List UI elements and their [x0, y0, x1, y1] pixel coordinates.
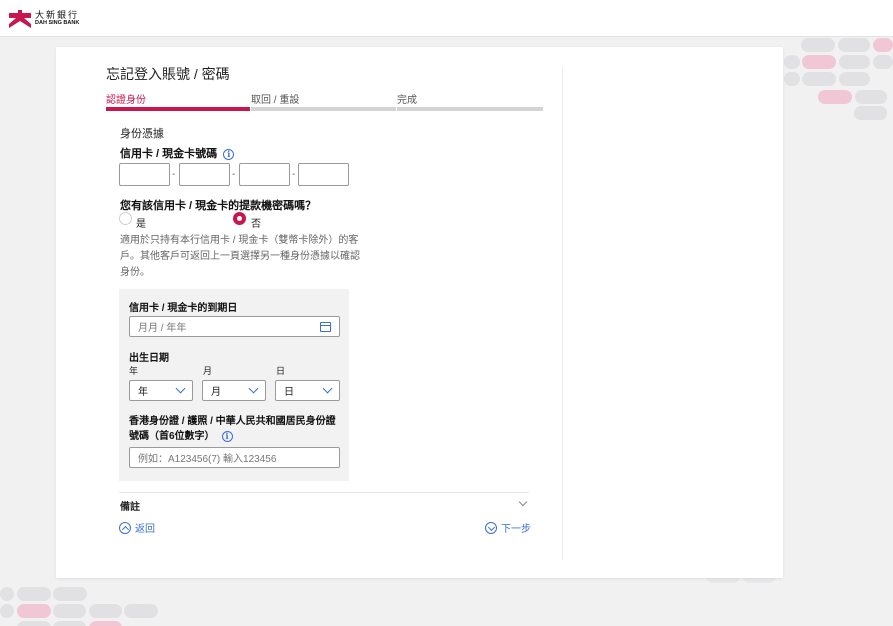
dob-label: 出生日期: [129, 353, 169, 364]
next-button[interactable]: 下一步: [485, 520, 531, 535]
radio-no[interactable]: [233, 212, 246, 225]
back-button[interactable]: 返回: [119, 520, 155, 535]
step-complete: 完成: [397, 95, 417, 106]
dob-month-select[interactable]: 月: [202, 380, 266, 401]
vertical-divider: [562, 67, 563, 560]
step-bar-pending: [251, 107, 396, 111]
chevron-down-icon: [175, 383, 186, 394]
expiry-label: 信用卡 / 現金卡的到期日: [129, 303, 238, 314]
remarks-divider: [119, 492, 529, 493]
step-retrieve-reset: 取回 / 重設: [251, 95, 300, 106]
main-card: 忘記登入賬號 / 密碼 認證身份 取回 / 重設 完成 身份憑據 信用卡 / 現…: [56, 47, 783, 578]
next-button-label: 下一步: [501, 524, 531, 535]
radio-no-label: 否: [251, 219, 261, 230]
logo-text: 大新銀行 DAH SING BANK: [35, 11, 79, 27]
verification-panel: 信用卡 / 現金卡的到期日 月月 / 年年 出生日期 年 月 日 年 月 日 香…: [119, 289, 349, 481]
card-number-input-2[interactable]: [179, 163, 230, 186]
page-title: 忘記登入賬號 / 密碼: [106, 66, 230, 82]
info-icon[interactable]: i: [221, 430, 233, 442]
radio-yes-label: 是: [136, 219, 146, 230]
dob-day-select[interactable]: 日: [275, 380, 340, 401]
step-bar-active: [106, 107, 250, 111]
dob-month-value: 月: [211, 387, 221, 398]
card-number-input-1[interactable]: [119, 163, 170, 186]
card-number-label-text: 信用卡 / 現金卡號碼: [120, 148, 218, 160]
chevron-down-circle-icon: [485, 521, 497, 534]
radio-yes[interactable]: [119, 212, 132, 225]
expiry-field[interactable]: 月月 / 年年: [129, 316, 340, 337]
back-button-label: 返回: [135, 524, 155, 535]
chevron-down-icon: [322, 383, 333, 394]
pin-question: 您有該信用卡 / 現金卡的提款機密碼嗎？: [120, 200, 317, 212]
dash-separator: -: [232, 169, 236, 180]
bank-logo[interactable]: 大新銀行 DAH SING BANK: [9, 10, 79, 28]
dob-year-select[interactable]: 年: [129, 380, 193, 401]
info-icon[interactable]: i: [223, 148, 235, 160]
id-number-label-line2-wrap: 號碼（首6位數字） i: [129, 429, 336, 444]
id-number-input[interactable]: 例如：A123456(7) 輸入123456: [129, 447, 340, 468]
chevron-up-circle-icon: [119, 521, 131, 534]
card-number-input-4[interactable]: [298, 163, 349, 186]
id-number-label-line2: 號碼（首6位數字）: [129, 431, 215, 442]
logo-english-name: DAH SING BANK: [35, 20, 80, 27]
dash-separator: -: [292, 169, 296, 180]
id-number-placeholder: 例如：A123456(7) 輸入123456: [138, 454, 277, 465]
dob-year-value: 年: [138, 387, 148, 398]
card-number-label: 信用卡 / 現金卡號碼 i: [120, 145, 235, 161]
card-number-input-3[interactable]: [239, 163, 290, 186]
dob-year-label: 年: [129, 366, 139, 376]
id-number-label: 香港身份證 / 護照 / 中華人民共和國居民身份證 號碼（首6位數字） i: [129, 414, 336, 444]
logo-chinese-name: 大新銀行: [35, 10, 80, 21]
step-bar-pending: [397, 107, 543, 111]
remarks-toggle[interactable]: 備註: [120, 498, 140, 513]
dob-month-label: 月: [203, 366, 213, 376]
expiry-placeholder: 月月 / 年年: [138, 323, 187, 334]
top-bar: 大新銀行 DAH SING BANK: [0, 0, 893, 37]
chevron-down-icon[interactable]: [518, 497, 528, 507]
id-number-label-line1: 香港身份證 / 護照 / 中華人民共和國居民身份證: [129, 416, 336, 427]
logo-mark-icon: [9, 10, 31, 28]
dash-separator: -: [172, 169, 176, 180]
chevron-down-icon: [248, 383, 259, 394]
credential-section-label: 身份憑據: [120, 128, 164, 140]
dob-day-value: 日: [284, 387, 294, 398]
help-text: 適用於只持有本行信用卡 / 現金卡（雙幣卡除外）的客戶。其他客戶可返回上一頁選擇…: [120, 235, 360, 278]
dob-day-label: 日: [276, 366, 286, 376]
calendar-icon[interactable]: [320, 322, 331, 332]
step-verify-identity: 認證身份: [106, 95, 146, 106]
